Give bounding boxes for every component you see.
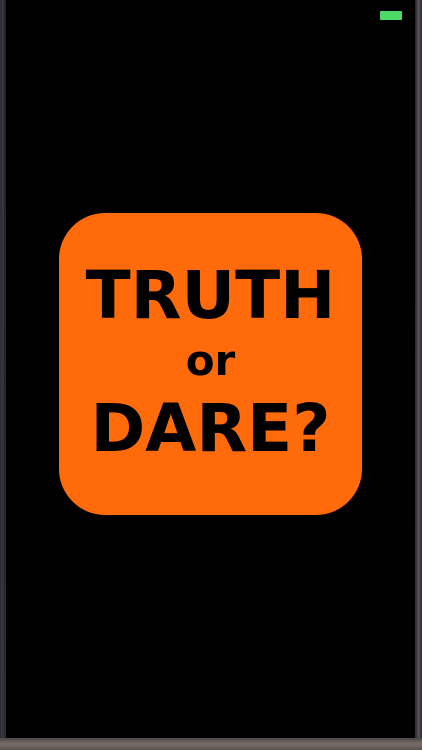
app-screen: TRUTH or DARE? <box>6 0 415 740</box>
app-logo: TRUTH or DARE? <box>59 213 362 515</box>
device-frame: TRUTH or DARE? <box>0 0 422 750</box>
logo-word-truth: TRUTH <box>85 257 336 334</box>
logo-word-dare: DARE? <box>90 390 331 467</box>
logo-word-or: or <box>185 336 236 385</box>
wallpaper-strip <box>0 738 422 750</box>
battery-icon <box>380 11 402 20</box>
